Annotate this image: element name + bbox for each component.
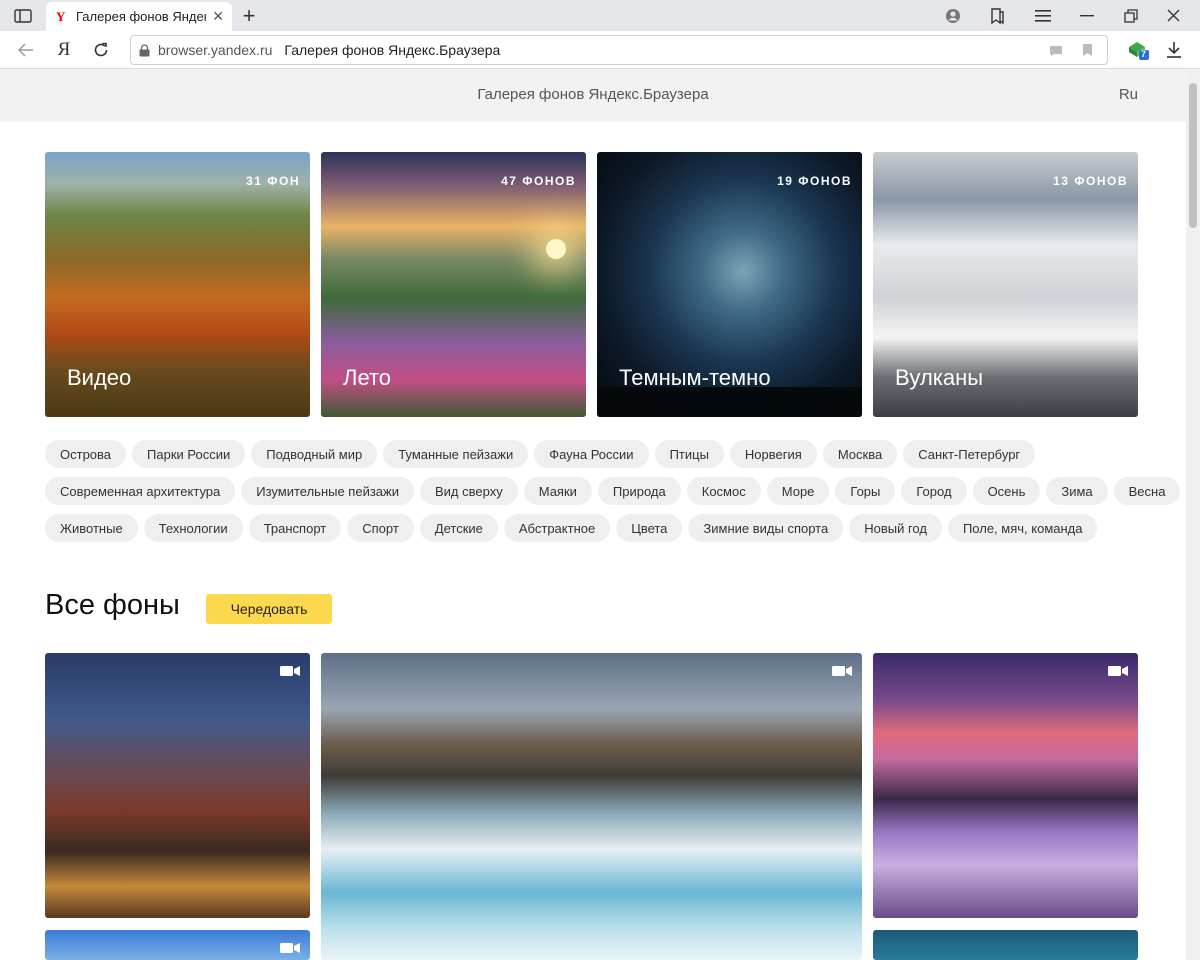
- wallpaper-card[interactable]: [45, 930, 310, 960]
- tag-row: Животные Технологии Транспорт Спорт Детс…: [45, 514, 1145, 542]
- new-tab-icon[interactable]: +: [234, 0, 264, 31]
- tag-chip[interactable]: Космос: [686, 477, 761, 505]
- yandex-favicon: Y: [56, 8, 66, 24]
- tag-chip[interactable]: Москва: [822, 440, 898, 468]
- tag-chip[interactable]: Фауна России: [534, 440, 649, 468]
- sidebar-toggle-icon[interactable]: [8, 0, 38, 31]
- downloads-icon[interactable]: [1162, 31, 1186, 69]
- extension-badge: 7: [1141, 49, 1147, 59]
- category-tile-summer[interactable]: 47 ФОНОВ Лето: [321, 152, 586, 417]
- bookmarks-icon[interactable]: [984, 0, 1010, 31]
- section-title: Все фоны: [45, 589, 180, 621]
- tag-chip[interactable]: Осень: [972, 477, 1041, 505]
- close-window-icon[interactable]: [1160, 0, 1186, 31]
- tab-close-icon[interactable]: ✕: [212, 8, 224, 25]
- page-header: Галерея фонов Яндекс.Браузера Ru: [0, 69, 1186, 122]
- tag-chip[interactable]: Изумительные пейзажи: [241, 477, 414, 505]
- page-content: Галерея фонов Яндекс.Браузера Ru 31 ФОН …: [0, 69, 1186, 960]
- language-switch[interactable]: Ru: [1119, 86, 1138, 103]
- url-domain: browser.yandex.ru: [158, 42, 273, 58]
- video-camera-icon: [280, 666, 300, 676]
- tag-row: Острова Парки России Подводный мир Туман…: [45, 440, 1145, 468]
- video-camera-icon: [832, 666, 852, 676]
- video-camera-icon: [280, 943, 300, 953]
- category-count: 19 ФОНОВ: [777, 174, 852, 188]
- tag-chip[interactable]: Новый год: [849, 514, 942, 542]
- wallpaper-card[interactable]: [873, 653, 1138, 918]
- tag-chip[interactable]: Абстрактное: [503, 514, 611, 542]
- category-count: 47 ФОНОВ: [501, 174, 576, 188]
- tag-chip[interactable]: Весна: [1113, 477, 1181, 505]
- tag-chip[interactable]: Детские: [419, 514, 498, 542]
- category-tile-volcanoes[interactable]: 13 ФОНОВ Вулканы: [873, 152, 1138, 417]
- browser-addressbar: Я browser.yandex.ru Галерея фонов Яндекс…: [0, 31, 1200, 69]
- menu-icon[interactable]: [1030, 0, 1056, 31]
- reload-icon[interactable]: [89, 31, 113, 69]
- tag-chip[interactable]: Зимние виды спорта: [688, 514, 844, 542]
- wallpaper-card[interactable]: [873, 930, 1138, 960]
- tag-chip[interactable]: Туманные пейзажи: [383, 440, 529, 468]
- tag-chip[interactable]: Цвета: [616, 514, 683, 542]
- tag-chip[interactable]: Маяки: [523, 477, 592, 505]
- tag-chip[interactable]: Поле, мяч, команда: [947, 514, 1098, 542]
- tag-chip[interactable]: Вид сверху: [420, 477, 518, 505]
- restore-icon[interactable]: [1118, 0, 1144, 31]
- category-name: Темным-темно: [619, 365, 771, 390]
- tag-chip[interactable]: Парки России: [132, 440, 246, 468]
- browser-titlebar: Y Галерея фонов Яндекс.Браузера ✕ +: [0, 0, 1200, 31]
- tag-chip[interactable]: Технологии: [143, 514, 243, 542]
- page-title: Галерея фонов Яндекс.Браузера: [477, 86, 709, 103]
- tag-chip[interactable]: Норвегия: [729, 440, 817, 468]
- tag-chip[interactable]: Горы: [835, 477, 896, 505]
- tag-chip[interactable]: Современная архитектура: [45, 477, 236, 505]
- scrollbar-thumb[interactable]: [1189, 83, 1197, 228]
- tag-chip[interactable]: Санкт-Петербург: [903, 440, 1036, 468]
- url-page-title: Галерея фонов Яндекс.Браузера: [284, 42, 501, 58]
- silhouette-image: [597, 387, 862, 417]
- tag-chip[interactable]: Спорт: [347, 514, 414, 542]
- category-name: Вулканы: [895, 365, 984, 390]
- category-name: Лето: [343, 365, 392, 390]
- category-name: Видео: [67, 365, 132, 390]
- reader-mode-icon[interactable]: [1049, 44, 1063, 60]
- tag-chip[interactable]: Транспорт: [248, 514, 342, 542]
- category-tile-video[interactable]: 31 ФОН Видео: [45, 152, 310, 417]
- tab-title: Галерея фонов Яндекс.Браузера: [76, 9, 206, 24]
- tag-chip[interactable]: Море: [766, 477, 830, 505]
- bookmark-add-icon[interactable]: [1082, 43, 1093, 60]
- rotate-button[interactable]: Чередовать: [206, 594, 332, 624]
- tag-chip[interactable]: Подводный мир: [251, 440, 378, 468]
- wallpaper-card[interactable]: [45, 653, 310, 918]
- video-camera-icon: [1108, 666, 1128, 676]
- extension-icon[interactable]: 7: [1124, 31, 1152, 69]
- sun-image: [546, 239, 566, 259]
- tag-chip[interactable]: Птицы: [654, 440, 724, 468]
- profile-icon[interactable]: [940, 0, 966, 31]
- yandex-logo-button[interactable]: Я: [52, 31, 76, 69]
- tag-chip[interactable]: Острова: [45, 440, 127, 468]
- browser-tab-active[interactable]: Y Галерея фонов Яндекс.Браузера ✕: [46, 2, 232, 31]
- tag-row: Современная архитектура Изумительные пей…: [45, 477, 1181, 505]
- back-icon[interactable]: [14, 31, 38, 69]
- tag-chip[interactable]: Зима: [1046, 477, 1108, 505]
- tag-chip[interactable]: Животные: [45, 514, 138, 542]
- wallpaper-card[interactable]: [321, 653, 862, 960]
- lock-icon[interactable]: [139, 43, 150, 57]
- category-count: 13 ФОНОВ: [1053, 174, 1128, 188]
- minimize-icon[interactable]: [1074, 0, 1100, 31]
- tag-chip[interactable]: Природа: [597, 477, 681, 505]
- category-tile-dark[interactable]: 19 ФОНОВ Темным-темно: [597, 152, 862, 417]
- tag-list: Острова Парки России Подводный мир Туман…: [45, 440, 1181, 551]
- category-count: 31 ФОН: [246, 174, 300, 188]
- address-field[interactable]: browser.yandex.ru Галерея фонов Яндекс.Б…: [130, 35, 1108, 65]
- page-scrollbar[interactable]: [1186, 69, 1200, 960]
- tag-chip[interactable]: Город: [901, 477, 967, 505]
